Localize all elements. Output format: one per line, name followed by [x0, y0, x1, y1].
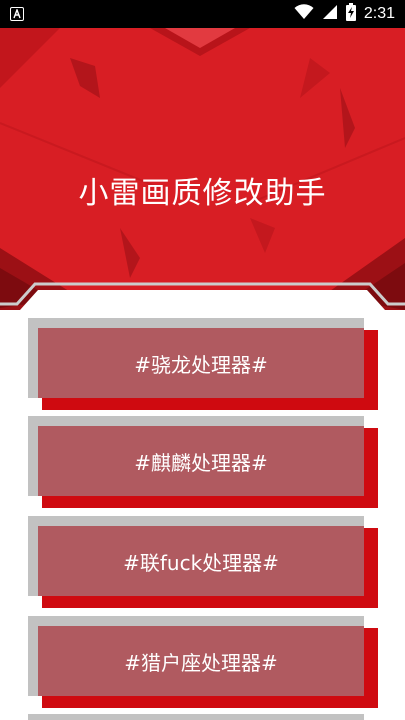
menu-item-label: #猎户座处理器# — [124, 650, 278, 675]
page-title: 小雷画质修改助手 — [78, 176, 327, 211]
menu-item-exynos[interactable]: #猎户座处理器# — [28, 616, 378, 708]
menu-item-mediatek[interactable]: #联fuck处理器# — [28, 516, 378, 608]
menu-item-partial — [28, 714, 364, 720]
menu-item-kirin[interactable]: #麒麟处理器# — [28, 416, 378, 508]
app-notification-icon — [10, 7, 24, 21]
menu-item-label: #联fuck处理器# — [123, 550, 279, 575]
status-bar: 2:31 — [0, 0, 405, 28]
battery-charging-icon — [345, 3, 356, 25]
signal-icon — [322, 4, 338, 24]
wifi-icon — [294, 4, 314, 24]
header-banner: 小雷画质修改助手 — [0, 28, 405, 318]
menu-item-label: #麒麟处理器# — [134, 450, 268, 475]
menu-item-snapdragon[interactable]: #骁龙处理器# — [28, 318, 378, 410]
status-time: 2:31 — [363, 5, 395, 22]
menu-item-label: #骁龙处理器# — [134, 352, 268, 377]
